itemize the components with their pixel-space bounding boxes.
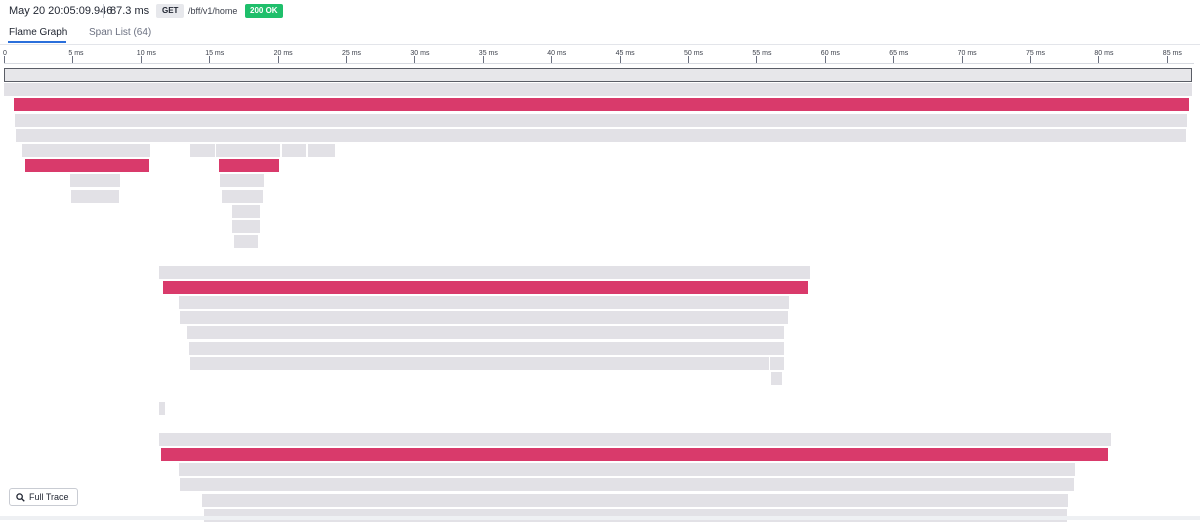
timeline-tick-label: 30 ms [410,50,430,57]
span-bar[interactable] [158,402,166,416]
span-bar[interactable] [220,174,264,188]
timeline-tick-label: 75 ms [1026,50,1046,57]
magnifier-icon [16,492,25,502]
timeline-tick-label: 45 ms [615,50,635,57]
highlighted-span[interactable] [13,98,1189,112]
span-bar[interactable] [14,113,1188,127]
span-bar[interactable] [190,144,215,157]
span-bar[interactable] [4,83,1192,97]
full-trace-button[interactable]: Full Trace [9,488,78,506]
span-bar[interactable] [190,356,769,370]
timeline-tick-label: 40 ms [547,50,567,57]
span-bar[interactable] [158,265,810,279]
axis-baseline [4,63,1194,64]
span-bar[interactable] [179,296,790,309]
trace-timestamp: May 20 20:05:09.946 [9,5,113,17]
span-bar[interactable] [69,174,121,188]
timeline-tick-label: 60 ms [820,50,840,57]
span-bar[interactable] [180,311,788,325]
root-span[interactable] [4,68,1192,82]
span-bar[interactable] [180,478,1074,492]
http-method-badge: GET [156,4,185,18]
timeline-tick-label: 20 ms [273,50,293,57]
span-bar[interactable] [71,189,119,203]
timeline-tick-label: 85 ms [1162,50,1182,57]
view-tabs: Flame Graph Span List (64) [0,24,1200,45]
timeline-tick-label: 65 ms [889,50,909,57]
span-bar[interactable] [281,144,307,157]
span-bar[interactable] [202,493,1069,507]
span-bar[interactable] [770,356,784,370]
timeline-tick-label: 0 [3,50,7,57]
span-bar[interactable] [216,144,281,157]
tab-flame-graph[interactable]: Flame Graph [9,26,67,40]
tab-span-list[interactable]: Span List (64) [89,26,151,40]
timeline-tick-label: 70 ms [957,50,977,57]
flame-graph [0,68,1200,522]
timeline-tick-label: 5 ms [68,50,84,57]
timeline-tick-label: 55 ms [752,50,772,57]
span-bar[interactable] [771,372,783,385]
highlighted-span[interactable] [218,159,279,173]
span-bar[interactable] [179,463,1076,477]
request-path: /bff/v1/home [188,6,238,16]
span-bar[interactable] [232,204,260,218]
span-bar[interactable] [307,144,336,157]
status-badge: 200 OK [245,4,283,18]
horizontal-scrollbar[interactable] [0,516,1200,520]
span-bar[interactable] [232,220,260,233]
timeline-tick-label: 15 ms [205,50,225,57]
highlighted-span[interactable] [161,448,1108,461]
highlighted-span[interactable] [162,280,809,294]
header-divider [103,4,104,18]
span-bar[interactable] [188,341,784,355]
timeline-tick-label: 25 ms [342,50,362,57]
span-bar[interactable] [16,128,1186,142]
timeline-tick-label: 10 ms [136,50,156,57]
highlighted-span[interactable] [24,159,149,173]
span-bar[interactable] [221,189,263,203]
timeline-tick-label: 80 ms [1094,50,1114,57]
timeline-tick-label: 50 ms [684,50,704,57]
span-bar[interactable] [233,235,259,249]
timeline-tick-label: 35 ms [478,50,498,57]
active-tab-indicator [8,41,66,43]
timeline-axis: 0 5 ms 10 ms 15 ms 20 ms 25 ms 30 ms 35 ms 40 ms… [0,46,1200,64]
full-trace-label: Full Trace [29,492,69,502]
span-bar[interactable] [187,326,784,340]
trace-header: May 20 20:05:09.946 87.3 ms GET /bff/v1/… [0,0,1200,22]
span-bar[interactable] [158,432,1111,446]
trace-duration: 87.3 ms [110,5,150,17]
span-bar[interactable] [21,144,151,157]
